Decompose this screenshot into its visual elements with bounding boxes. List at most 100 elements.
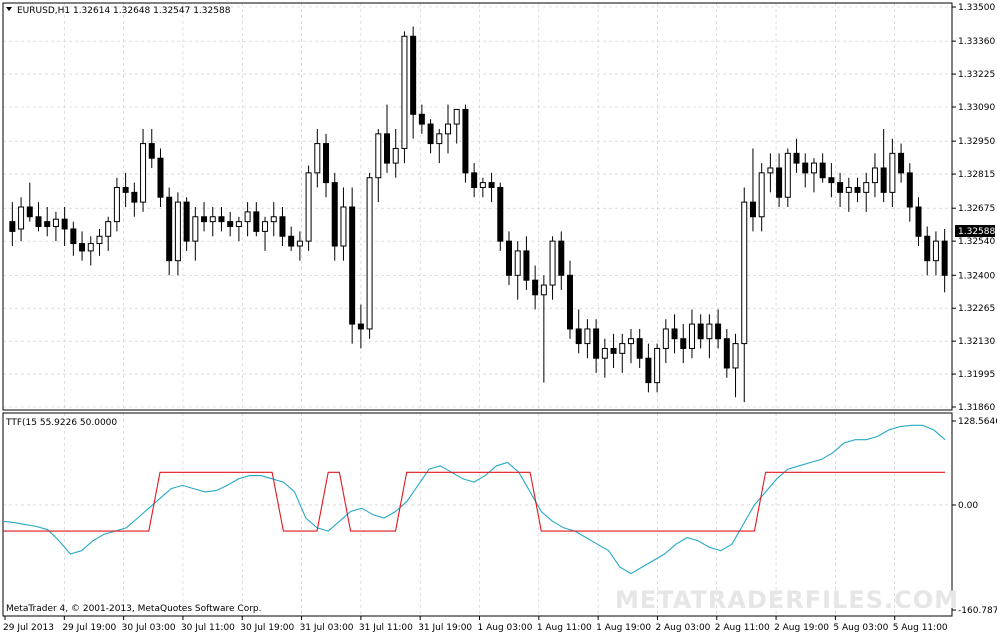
time-tick-label: 31 Jul 11:00 [359, 623, 413, 633]
bear-candle [523, 250, 530, 281]
price-tick-label: 1.32400 [958, 271, 995, 281]
bear-candle [671, 328, 678, 340]
bear-candle [357, 323, 364, 330]
price-tick-label: 1.33500 [958, 3, 995, 13]
bull-candle [932, 240, 939, 262]
bull-candle [549, 240, 556, 286]
bear-candle [723, 338, 730, 369]
bull-candle [732, 343, 739, 369]
price-tick-label: 1.33360 [958, 37, 995, 47]
bear-candle [427, 123, 434, 145]
bear-candle [802, 162, 809, 174]
bear-candle [819, 162, 826, 179]
bear-candle [418, 113, 425, 125]
bull-candle [96, 235, 103, 245]
bear-candle [44, 221, 51, 228]
time-tick-label: 2 Aug 19:00 [774, 623, 829, 633]
indicator-tick-label: -160.7873 [958, 606, 997, 616]
time-tick-label: 5 Aug 11:00 [893, 623, 948, 633]
bear-candle [288, 235, 295, 247]
bull-candle [105, 221, 112, 237]
bull-candle [244, 211, 251, 223]
bear-candle [924, 235, 931, 262]
bear-candle [776, 167, 783, 198]
bear-candle [227, 221, 234, 228]
bear-candle [349, 206, 356, 325]
bear-candle [697, 323, 704, 340]
bull-candle [758, 172, 765, 218]
bear-candle [575, 328, 582, 345]
price-tick-label: 1.32675 [958, 204, 995, 214]
bull-candle [540, 284, 547, 296]
bull-candle [375, 133, 382, 179]
current-price-badge: 1.32588 [955, 225, 995, 237]
bear-candle [532, 279, 539, 296]
time-tick-label: 5 Aug 03:00 [833, 623, 888, 633]
bear-candle [148, 143, 155, 159]
time-tick-label: 31 Jul 03:00 [300, 623, 354, 633]
bear-candle [715, 323, 722, 340]
time-tick-label: 29 Jul 19:00 [62, 623, 116, 633]
time-tick-label: 30 Jul 03:00 [122, 623, 176, 633]
bear-candle [70, 228, 77, 245]
symbol-info: EURUSD,H1 1.32614 1.32648 1.32547 1.3258… [17, 6, 231, 16]
price-tick-label: 1.32130 [958, 337, 995, 347]
bear-candle [645, 357, 652, 384]
bull-candle [192, 216, 199, 242]
bear-candle [201, 216, 208, 223]
time-tick-label: 1 Aug 19:00 [596, 623, 651, 633]
bull-candle [654, 347, 661, 384]
bull-candle [453, 108, 460, 125]
bull-candle [113, 186, 120, 223]
bear-candle [323, 143, 330, 184]
bear-candle [793, 152, 800, 164]
bear-candle [131, 191, 138, 203]
bear-candle [279, 216, 286, 237]
bull-candle [810, 162, 817, 174]
bull-candle [584, 328, 591, 345]
price-tick-label: 1.32265 [958, 304, 995, 314]
bear-candle [471, 172, 478, 188]
bull-candle [514, 250, 521, 276]
bear-candle [906, 172, 913, 208]
bear-candle [26, 206, 33, 218]
bull-candle [174, 201, 181, 262]
bull-candle [706, 323, 713, 340]
bull-candle [314, 143, 321, 174]
bear-candle [218, 216, 225, 223]
bear-candle [183, 201, 190, 242]
indicator-tick-label: 0.00 [958, 501, 978, 511]
bull-candle [767, 167, 774, 174]
price-tick-label: 1.32540 [958, 237, 995, 247]
bull-candle [140, 143, 147, 203]
bear-candle [497, 186, 504, 242]
bear-candle [384, 133, 391, 164]
bull-candle [52, 218, 59, 228]
bear-candle [462, 108, 469, 174]
bull-candle [235, 221, 242, 228]
bear-candle [157, 157, 164, 198]
bear-candle [941, 240, 948, 276]
time-tick-label: 31 Jul 19:00 [418, 623, 472, 633]
time-tick-label: 30 Jul 11:00 [181, 623, 235, 633]
copyright-text: MetaTrader 4, © 2001-2013, MetaQuotes So… [6, 604, 262, 614]
indicator-tick-label: 128.5646 [958, 417, 997, 427]
price-tick-label: 1.33225 [958, 70, 995, 80]
bear-candle [593, 328, 600, 359]
bear-candle [854, 186, 861, 193]
watermark: METATRADERFILES.COM [615, 586, 959, 614]
bull-candle [619, 343, 626, 354]
bull-candle [392, 147, 399, 164]
price-tick-label: 1.31860 [958, 403, 995, 413]
price-tick-label: 1.33090 [958, 103, 995, 113]
bear-candle [558, 240, 565, 276]
price-chart[interactable]: METATRADERFILES.COM 1.33500 1.33360 1.3322… [0, 0, 997, 635]
bear-candle [898, 152, 905, 174]
bear-candle [828, 177, 835, 184]
bull-candle [662, 328, 669, 349]
bear-candle [837, 182, 844, 193]
bear-candle [680, 338, 687, 349]
time-tick-label: 29 Jul 2013 [3, 623, 54, 633]
bull-candle [340, 206, 347, 247]
bull-candle [784, 152, 791, 198]
